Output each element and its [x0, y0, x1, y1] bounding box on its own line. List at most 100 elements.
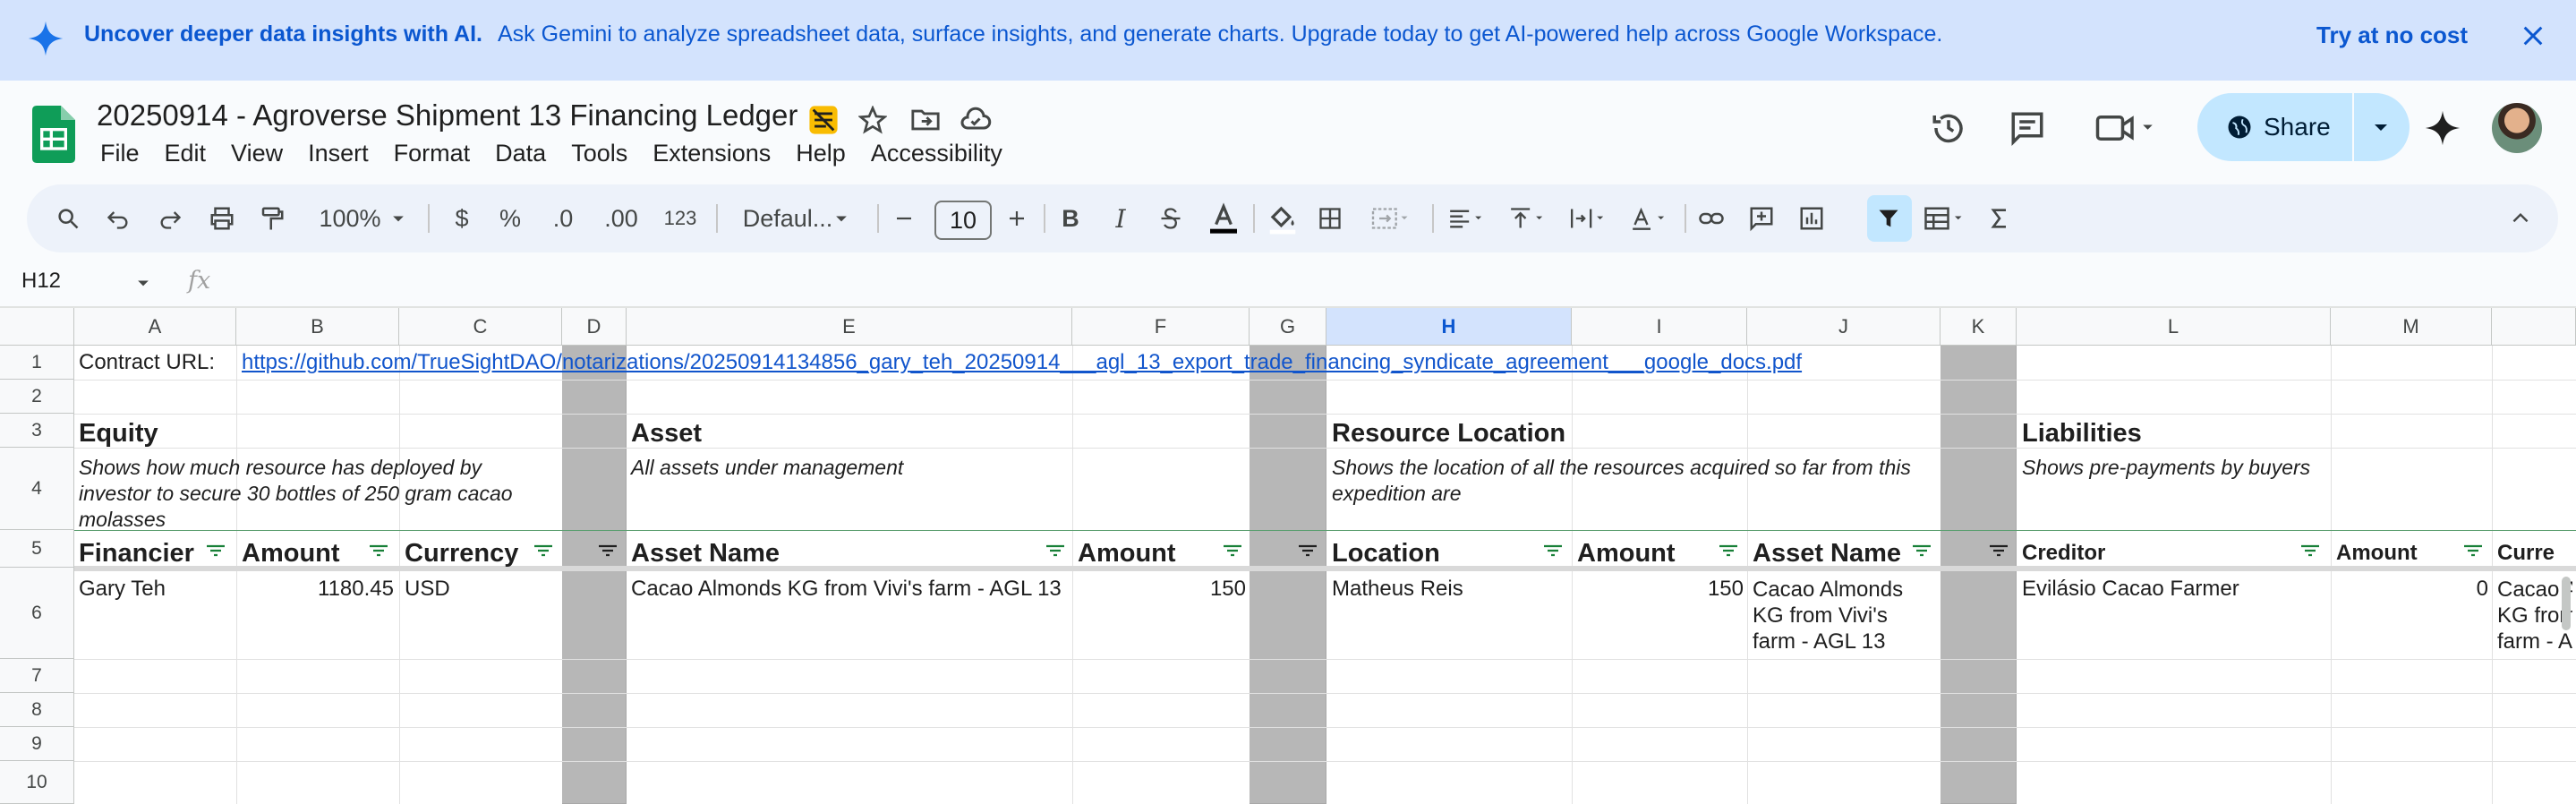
filter-icon[interactable]: [1719, 544, 1738, 557]
menu-extensions[interactable]: Extensions: [653, 140, 771, 172]
filter-icon[interactable]: [206, 544, 226, 557]
filter-icon[interactable]: [598, 544, 618, 557]
filter-icon[interactable]: [1989, 544, 2009, 557]
insert-comment-icon[interactable]: [1744, 184, 1779, 252]
decrease-decimal-button[interactable]: .0: [541, 184, 585, 252]
row-header-2[interactable]: 2: [0, 380, 74, 414]
menu-view[interactable]: View: [231, 140, 283, 172]
menu-format[interactable]: Format: [394, 140, 471, 172]
menu-accessibility[interactable]: Accessibility: [871, 140, 1002, 172]
zoom-select[interactable]: 100%: [310, 184, 390, 252]
column-header-j[interactable]: J: [1747, 308, 1941, 346]
cell-asset-name[interactable]: Cacao Almonds KG from Vivi's farm - AGL …: [631, 577, 1062, 602]
menu-help[interactable]: Help: [796, 140, 846, 172]
column-header-h[interactable]: H: [1326, 308, 1572, 346]
row-header-10[interactable]: 10: [0, 761, 74, 804]
menu-data[interactable]: Data: [495, 140, 546, 172]
strikethrough-icon[interactable]: [1153, 184, 1189, 252]
try-at-no-cost-link[interactable]: Try at no cost: [2316, 21, 2468, 49]
table-view-icon[interactable]: [1917, 184, 1975, 252]
name-box-chevron-icon[interactable]: [134, 274, 152, 292]
account-avatar[interactable]: [2492, 103, 2542, 153]
more-formats-button[interactable]: 123: [653, 184, 707, 252]
row-header-1[interactable]: 1: [0, 346, 74, 380]
column-header-l[interactable]: L: [2017, 308, 2331, 346]
name-box[interactable]: H12: [21, 269, 61, 294]
bold-icon[interactable]: B: [1053, 184, 1088, 252]
filter-icon[interactable]: [2300, 544, 2320, 557]
functions-sigma-icon[interactable]: [1982, 184, 2017, 252]
select-all-corner[interactable]: [0, 308, 74, 346]
menu-file[interactable]: File: [100, 140, 140, 172]
column-header-m[interactable]: M: [2331, 308, 2492, 346]
version-history-icon[interactable]: [1930, 109, 1967, 147]
increase-decimal-button[interactable]: .00: [594, 184, 648, 252]
comments-icon[interactable]: [2009, 109, 2046, 147]
menu-tools[interactable]: Tools: [571, 140, 627, 172]
gemini-icon[interactable]: [2424, 109, 2461, 147]
filter-icon[interactable]: [1298, 544, 1318, 557]
menu-edit[interactable]: Edit: [165, 140, 207, 172]
increase-font-size-icon[interactable]: [999, 184, 1035, 252]
row-header-3[interactable]: 3: [0, 414, 74, 448]
merge-cells-icon[interactable]: [1361, 184, 1423, 252]
no-label-badge-icon[interactable]: [806, 102, 841, 138]
column-header-n[interactable]: [2492, 308, 2576, 346]
row-header-9[interactable]: 9: [0, 727, 74, 761]
cell-creditor[interactable]: Evilásio Cacao Farmer: [2022, 577, 2239, 602]
column-header-d[interactable]: D: [562, 308, 627, 346]
cell-amount-f[interactable]: 150: [1078, 577, 1246, 602]
sheets-logo-icon[interactable]: [32, 106, 75, 167]
column-header-b[interactable]: B: [236, 308, 399, 346]
column-header-f[interactable]: F: [1072, 308, 1250, 346]
column-header-i[interactable]: I: [1572, 308, 1747, 346]
star-icon[interactable]: [855, 102, 891, 138]
text-color-icon[interactable]: [1203, 184, 1244, 252]
cloud-saved-icon[interactable]: [958, 102, 994, 138]
vertical-scrollbar[interactable]: [2562, 577, 2571, 630]
row-header-4[interactable]: 4: [0, 448, 74, 530]
undo-icon[interactable]: [100, 184, 136, 252]
contract-url-link[interactable]: https://github.com/TrueSightDAO/notariza…: [242, 350, 1802, 375]
horizontal-align-icon[interactable]: [1441, 184, 1495, 252]
vertical-align-icon[interactable]: [1502, 184, 1556, 252]
font-chevron-icon[interactable]: [815, 184, 868, 252]
currency-format-button[interactable]: $: [444, 184, 480, 252]
filter-icon[interactable]: [369, 544, 388, 557]
filter-icon[interactable]: [533, 544, 553, 557]
redo-icon[interactable]: [152, 184, 188, 252]
share-dropdown-button[interactable]: [2354, 93, 2410, 161]
column-header-c[interactable]: C: [399, 308, 562, 346]
spreadsheet-grid[interactable]: A B C D E F G H I J K L M 1 2 3 4 5 6 7 …: [0, 308, 2576, 804]
row-header-5[interactable]: 5: [0, 530, 74, 568]
column-header-e[interactable]: E: [627, 308, 1072, 346]
filter-icon[interactable]: [1871, 184, 1906, 252]
italic-icon[interactable]: I: [1103, 184, 1139, 252]
document-title[interactable]: 20250914 - Agroverse Shipment 13 Financi…: [97, 98, 798, 133]
share-button[interactable]: Share: [2197, 93, 2352, 161]
filter-icon[interactable]: [1543, 544, 1563, 557]
insert-chart-icon[interactable]: [1794, 184, 1830, 252]
cell-currency[interactable]: USD: [405, 577, 450, 602]
search-menus-icon[interactable]: [50, 184, 86, 252]
borders-icon[interactable]: [1312, 184, 1348, 252]
print-icon[interactable]: [204, 184, 240, 252]
cell-amount-b[interactable]: 1180.45: [242, 577, 394, 602]
row-header-6[interactable]: 6: [0, 568, 74, 659]
fill-color-icon[interactable]: [1262, 184, 1303, 252]
cell-amount-i[interactable]: 150: [1577, 577, 1744, 602]
zoom-chevron-icon[interactable]: [385, 184, 412, 252]
cell-amount-m[interactable]: 0: [2336, 577, 2488, 602]
menu-insert[interactable]: Insert: [308, 140, 369, 172]
row-header-8[interactable]: 8: [0, 693, 74, 727]
cell-financier[interactable]: Gary Teh: [79, 577, 166, 602]
insert-link-icon[interactable]: [1693, 184, 1729, 252]
cell-asset-name-j[interactable]: Cacao Almonds KG from Vivi's farm - AGL …: [1753, 577, 1932, 654]
text-wrapping-icon[interactable]: [1563, 184, 1616, 252]
decrease-font-size-icon[interactable]: [886, 184, 922, 252]
filter-icon[interactable]: [1045, 544, 1065, 557]
meet-video-icon[interactable]: [2094, 109, 2157, 147]
column-header-g[interactable]: G: [1250, 308, 1326, 346]
paint-format-icon[interactable]: [254, 184, 290, 252]
column-header-a[interactable]: A: [74, 308, 236, 346]
